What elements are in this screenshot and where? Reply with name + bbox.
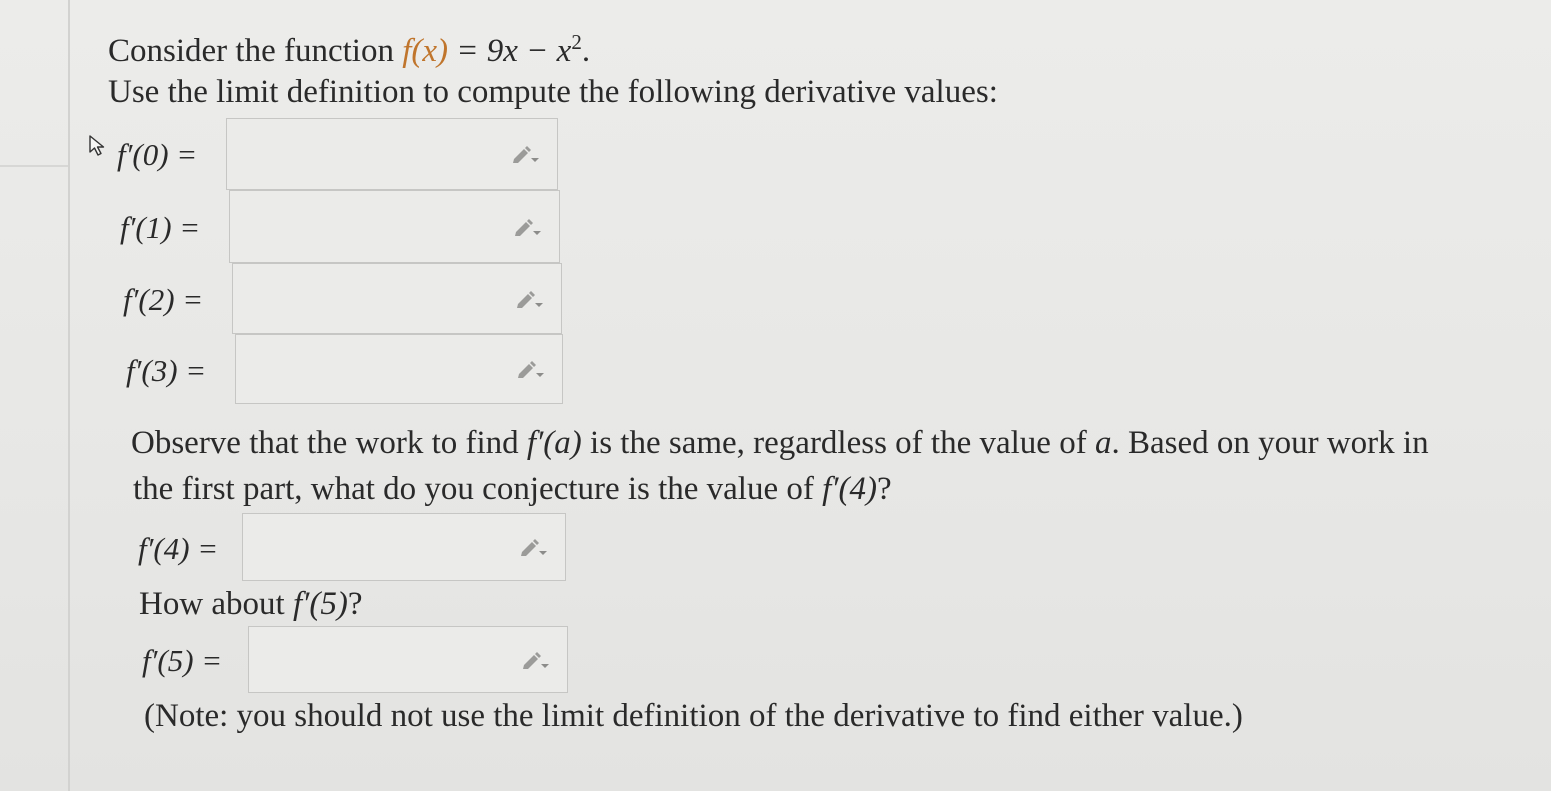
function-exponent: 2 [571,30,582,54]
row-label-f5: f′(5) = [142,643,223,678]
pencil-dropdown-icon[interactable] [516,359,546,379]
instruction-text: Use the limit definition to compute the … [108,74,998,110]
how-about-text: How about f′(5)? [139,584,363,624]
observe-fa: f′(a) [526,425,582,461]
observe-text: Observe that the work to find f′(a) is t… [131,423,1429,463]
conjecture-suffix: ? [877,471,892,507]
observe-suffix: . Based on your work in [1111,425,1429,461]
answer-input-f5[interactable] [248,626,568,693]
how-prefix: How about [139,586,293,622]
conjecture-text: the first part, what do you conjecture i… [133,469,892,509]
left-margin-divider [0,165,68,167]
left-margin-rule [68,0,70,791]
observe-prefix: Observe that the work to find [131,425,527,461]
intro-prefix: Consider the function [108,33,403,69]
worksheet-page: Consider the function f(x) = 9x − x2. Us… [0,0,1551,791]
answer-input-f2[interactable] [232,263,562,334]
row-label-f3: f′(3) = [126,353,207,388]
function-name: f(x) [402,33,448,69]
mouse-cursor-icon [89,135,105,156]
pencil-dropdown-icon[interactable] [521,650,551,670]
function-rhs: = 9x − x [448,33,572,69]
row-label-f0: f′(0) = [117,137,198,172]
answer-input-f4[interactable] [242,513,566,581]
pencil-dropdown-icon[interactable] [515,289,545,309]
intro-suffix: . [581,33,591,69]
observe-middle: is the same, regardless of the value of [581,425,1095,461]
conjecture-f4: f′(4) [822,471,877,507]
pencil-dropdown-icon[interactable] [519,537,549,557]
row-label-f2: f′(2) = [123,282,204,317]
answer-input-f3[interactable] [235,334,563,404]
answer-input-f0[interactable] [226,118,558,190]
answer-input-f1[interactable] [229,190,560,263]
pencil-dropdown-icon[interactable] [511,144,541,164]
how-suffix: ? [347,586,363,622]
problem-intro: Consider the function f(x) = 9x − x2. [108,22,590,71]
row-label-f4: f′(4) = [138,531,219,566]
how-f5: f′(5) [292,586,348,622]
note-text: (Note: you should not use the limit defi… [144,698,1243,734]
conjecture-prefix: the first part, what do you conjecture i… [133,471,823,507]
row-label-f1: f′(1) = [120,210,201,245]
observe-a: a [1094,425,1112,461]
pencil-dropdown-icon[interactable] [513,217,543,237]
